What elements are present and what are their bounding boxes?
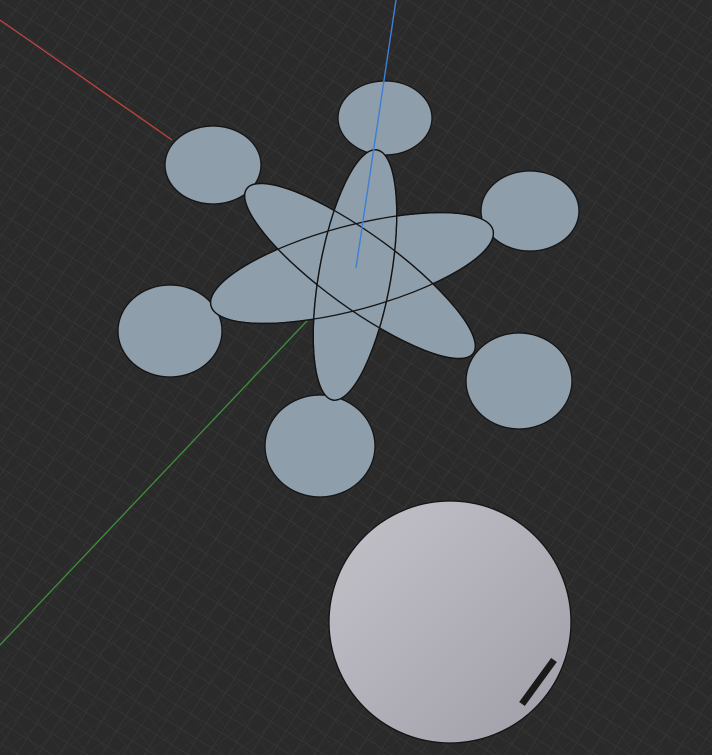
disc-object[interactable] — [328, 500, 572, 744]
3d-viewport[interactable] — [0, 0, 712, 755]
prop-guard-right[interactable] — [465, 332, 573, 430]
prop-guard-top-right[interactable] — [480, 170, 580, 252]
prop-guard-left[interactable] — [117, 284, 223, 378]
prop-guard-bottom[interactable] — [264, 394, 376, 498]
viewport-canvas[interactable] — [0, 0, 712, 755]
prop-guard-top[interactable] — [337, 80, 433, 156]
